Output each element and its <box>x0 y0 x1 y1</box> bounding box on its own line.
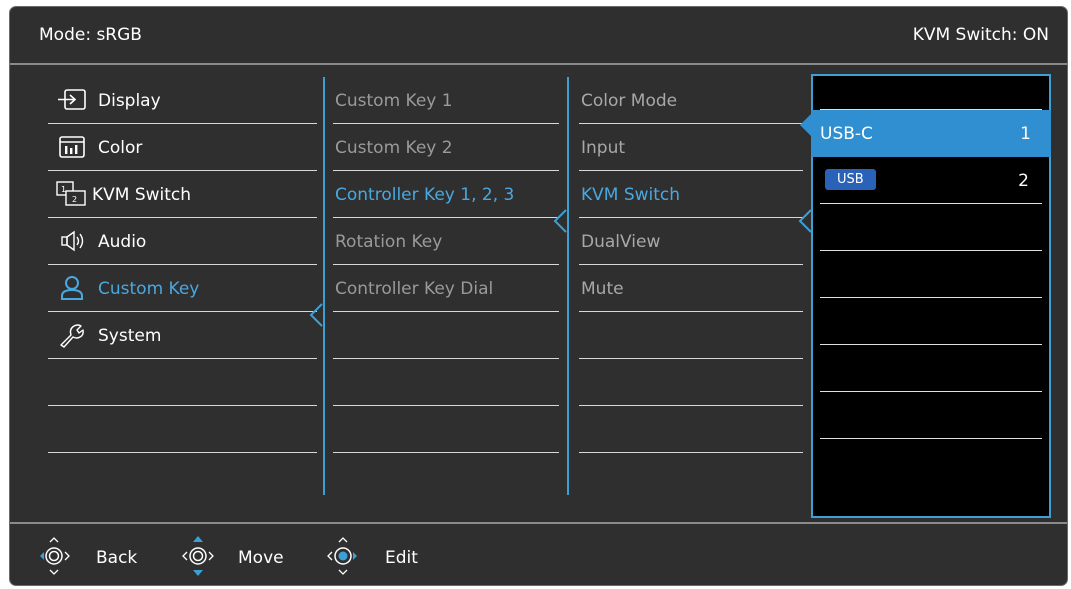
option-empty-row <box>820 345 1042 392</box>
function-empty-row <box>579 406 803 453</box>
back-hint: Back <box>32 534 152 578</box>
user-icon <box>61 276 83 300</box>
edit-hint: Edit <box>321 534 441 578</box>
move-label: Move <box>238 548 284 568</box>
speaker-icon <box>61 230 84 252</box>
option-empty-row <box>820 251 1042 298</box>
menu-item-custom-key[interactable]: Custom Key <box>48 265 317 312</box>
column-divider <box>323 77 325 495</box>
usb-badge: USB <box>825 169 876 190</box>
option-number: 2 <box>1018 171 1029 191</box>
menu-item-label: Display <box>98 91 161 111</box>
move-hint: Move <box>176 534 306 578</box>
main-menu: Display Color 1 2 KVM Switch Audio Custo… <box>48 77 317 497</box>
option-usb[interactable]: USB 2 <box>820 157 1042 204</box>
function-item-label: Color Mode <box>581 91 678 111</box>
submenu: Custom Key 1 Custom Key 2 Controller Key… <box>333 77 559 497</box>
selection-pointer-icon <box>553 209 567 233</box>
display-input-icon <box>58 89 86 110</box>
menu-item-display[interactable]: Display <box>48 77 317 124</box>
menu-item-label: KVM Switch <box>92 185 192 205</box>
svg-text:2: 2 <box>72 195 77 204</box>
function-item-input[interactable]: Input <box>579 124 803 171</box>
submenu-item-controller-key[interactable]: Controller Key 1, 2, 3 <box>333 171 559 218</box>
menu-item-kvm-switch[interactable]: 1 2 KVM Switch <box>48 171 317 218</box>
controller-back-icon <box>40 537 70 575</box>
option-number: 1 <box>1020 124 1031 144</box>
osd-menu: Mode: sRGB KVM Switch: ON Display Color <box>9 6 1068 586</box>
function-item-label: DualView <box>581 232 661 252</box>
selection-pointer-icon <box>798 209 812 233</box>
function-empty-row <box>579 359 803 406</box>
submenu-empty-row <box>333 312 559 359</box>
menu-item-audio[interactable]: Audio <box>48 218 317 265</box>
selection-pointer-icon <box>309 303 323 327</box>
edit-label: Edit <box>385 548 418 568</box>
submenu-item-custom-key-1[interactable]: Custom Key 1 <box>333 77 559 124</box>
option-panel: USB-C 1 USB 2 <box>811 74 1051 518</box>
function-item-dualview[interactable]: DualView <box>579 218 803 265</box>
menu-item-color[interactable]: Color <box>48 124 317 171</box>
submenu-empty-row <box>333 406 559 453</box>
column-divider <box>567 77 569 495</box>
function-item-kvm-switch[interactable]: KVM Switch <box>579 171 803 218</box>
function-item-label: KVM Switch <box>581 185 681 205</box>
submenu-empty-row <box>333 359 559 406</box>
menu-item-label: Custom Key <box>98 279 200 299</box>
function-item-label: Input <box>581 138 626 158</box>
option-empty-row <box>820 204 1042 251</box>
function-empty-row <box>579 312 803 359</box>
menu-empty-row <box>48 406 317 453</box>
menu-item-label: Color <box>98 138 143 158</box>
mode-status: Mode: sRGB <box>39 25 142 45</box>
submenu-item-label: Rotation Key <box>335 232 443 252</box>
menu-item-system[interactable]: System <box>48 312 317 359</box>
menu-item-label: Audio <box>98 232 147 252</box>
selection-pointer-icon <box>800 113 812 137</box>
submenu-item-controller-key-dial[interactable]: Controller Key Dial <box>333 265 559 312</box>
osd-footer: Back Move Edit <box>10 522 1067 585</box>
function-item-color-mode[interactable]: Color Mode <box>579 77 803 124</box>
submenu-item-label: Controller Key 1, 2, 3 <box>335 185 515 205</box>
function-item-mute[interactable]: Mute <box>579 265 803 312</box>
controller-edit-icon <box>327 537 357 575</box>
option-name: USB-C <box>820 124 873 144</box>
menu-empty-row <box>48 359 317 406</box>
submenu-item-label: Controller Key Dial <box>335 279 494 299</box>
submenu-item-rotation-key[interactable]: Rotation Key <box>333 218 559 265</box>
back-label: Back <box>96 548 138 568</box>
color-icon <box>59 136 85 158</box>
wrench-icon <box>60 324 84 348</box>
option-usb-c[interactable]: USB-C 1 <box>811 110 1051 157</box>
option-empty-row <box>820 78 1042 110</box>
submenu-item-label: Custom Key 2 <box>335 138 453 158</box>
option-empty-row <box>820 392 1042 439</box>
function-item-label: Mute <box>581 279 624 299</box>
function-list: Color Mode Input KVM Switch DualView Mut… <box>579 77 803 497</box>
option-empty-row <box>820 298 1042 345</box>
osd-header: Mode: sRGB KVM Switch: ON <box>10 7 1067 65</box>
controller-move-icon <box>182 536 214 576</box>
menu-item-label: System <box>98 326 162 346</box>
kvm-switch-icon: 1 2 <box>56 181 86 206</box>
submenu-item-label: Custom Key 1 <box>335 91 453 111</box>
submenu-item-custom-key-2[interactable]: Custom Key 2 <box>333 124 559 171</box>
kvm-status: KVM Switch: ON <box>912 25 1049 45</box>
